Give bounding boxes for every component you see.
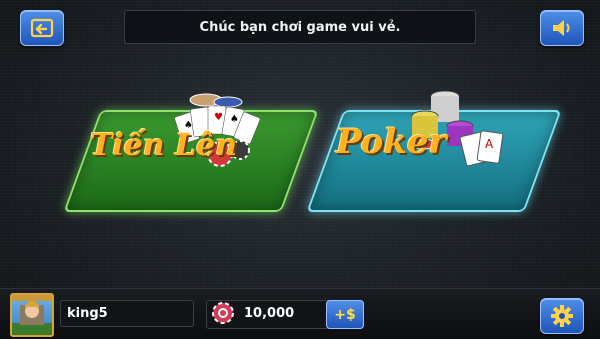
svg-text:♥: ♥ [214,112,223,123]
gear-icon [551,305,573,327]
game-title-poker: Poker [336,122,447,162]
speaker-icon [553,20,570,36]
player-name: king5 [60,300,194,327]
settings-button[interactable] [540,298,584,334]
player-avatar[interactable] [10,293,54,337]
chips-value: 10,000 [244,306,295,321]
svg-text:A: A [485,137,494,151]
game-title-line2: Lên [175,128,238,163]
back-arrow-icon [30,18,54,38]
svg-text:♠: ♠ [230,114,239,125]
add-money-button[interactable]: +$ [326,300,364,329]
game-title-line1: Tiến [90,128,165,163]
avatar-image [12,295,52,335]
sound-button[interactable] [540,10,584,46]
welcome-notice: Chúc bạn chơi game vui vẻ. [124,10,476,44]
back-button[interactable] [20,10,64,46]
game-title-tien-len: Tiến Lên [90,128,237,163]
chip-icon [212,302,234,324]
